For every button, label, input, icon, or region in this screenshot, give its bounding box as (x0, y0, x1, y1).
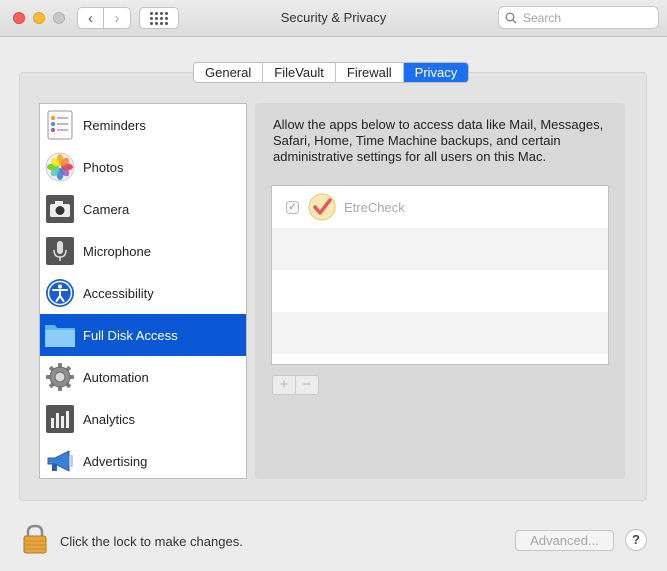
service-label: Reminders (83, 117, 146, 133)
app-row-empty (272, 270, 608, 312)
lock-icon[interactable] (22, 524, 48, 554)
service-label: Accessibility (83, 285, 154, 301)
checkmark-icon: ✓ (288, 201, 297, 213)
app-row-etrecheck[interactable]: ✓ EtreCheck (272, 186, 608, 228)
tab-privacy[interactable]: Privacy (403, 63, 469, 82)
title-bar: ‹ › Security & Privacy (0, 0, 667, 37)
help-button[interactable]: ? (625, 529, 647, 551)
search-icon (505, 12, 517, 24)
reminders-icon (44, 109, 76, 141)
tab-general[interactable]: General (194, 63, 264, 82)
security-privacy-window: ‹ › Security & Privacy General FileVault… (0, 0, 667, 571)
service-item-automation[interactable]: Automation (40, 356, 246, 398)
app-checkbox[interactable]: ✓ (286, 200, 299, 214)
service-item-accessibility[interactable]: Accessibility (40, 272, 246, 314)
service-label: Advertising (83, 453, 148, 469)
tab-firewall[interactable]: Firewall (336, 63, 404, 82)
access-description: Allow the apps below to access data like… (273, 117, 604, 164)
service-label: Full Disk Access (83, 327, 178, 343)
megaphone-icon (44, 445, 76, 477)
service-item-camera[interactable]: Camera (40, 188, 246, 230)
accessibility-icon (44, 277, 76, 309)
service-item-reminders[interactable]: Reminders (40, 104, 246, 146)
add-app-button[interactable]: + (273, 376, 296, 394)
tab-filevault[interactable]: FileVault (263, 63, 336, 82)
service-label: Analytics (83, 411, 136, 427)
camera-icon (44, 193, 76, 225)
microphone-icon (44, 235, 76, 267)
app-row-empty (272, 312, 608, 354)
search-field[interactable] (498, 6, 659, 29)
service-item-full-disk-access[interactable]: Full Disk Access (40, 314, 246, 356)
gear-icon (44, 361, 76, 393)
etrecheck-icon (308, 193, 336, 221)
lock-message: Click the lock to make changes. (60, 534, 243, 549)
service-item-microphone[interactable]: Microphone (40, 230, 246, 272)
remove-app-button[interactable]: − (296, 376, 318, 394)
advanced-button[interactable]: Advanced... (515, 530, 614, 551)
search-input[interactable] (523, 10, 653, 25)
service-label: Microphone (83, 243, 151, 259)
service-item-photos[interactable]: Photos (40, 146, 246, 188)
service-item-analytics[interactable]: Analytics (40, 398, 246, 440)
service-item-advertising[interactable]: Advertising (40, 440, 246, 478)
app-name: EtreCheck (344, 199, 405, 215)
app-row-empty (272, 228, 608, 270)
analytics-icon (44, 403, 76, 435)
service-label: Automation (83, 369, 149, 385)
folder-icon (44, 319, 76, 351)
privacy-service-list: Reminders Photos Camera Microphone Acces… (39, 103, 247, 479)
tab-bar: General FileVault Firewall Privacy (193, 62, 470, 83)
service-label: Photos (83, 159, 124, 175)
service-label: Camera (83, 201, 130, 217)
photos-icon (44, 151, 76, 183)
app-list: ✓ EtreCheck (271, 185, 609, 365)
add-remove-control: + − (272, 375, 319, 395)
